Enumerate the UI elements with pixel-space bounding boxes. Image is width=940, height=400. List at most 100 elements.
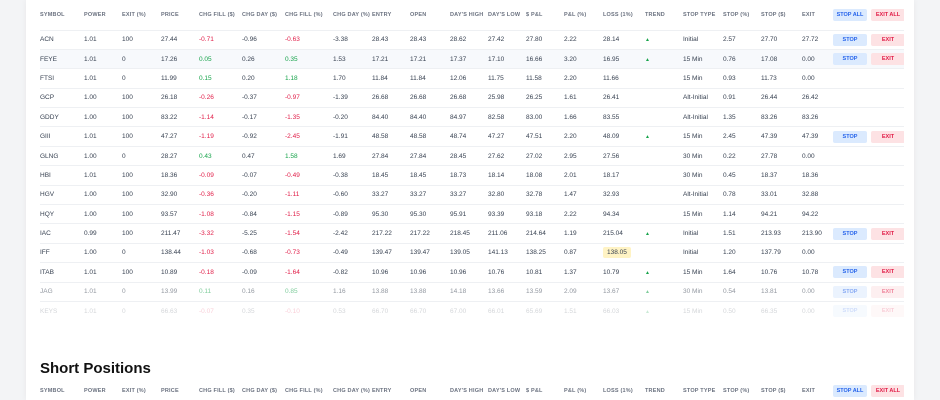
table-row[interactable]: GDDY 1.00 100 83.22 -1.14 -0.17 -1.35 -0.20 84.4… — [40, 107, 904, 127]
cell-exit: 0.00 — [802, 48, 833, 69]
table-row[interactable]: GIII 1.01 100 47.27 -1.19 -0.92 -2.45 -1.91 48.5… — [40, 126, 904, 147]
column-header[interactable]: LOSS (1%) — [603, 382, 645, 400]
column-header[interactable]: POWER — [84, 0, 122, 30]
exit-button[interactable]: EXIT — [871, 53, 904, 66]
exit-button[interactable]: EXIT — [871, 130, 904, 143]
cell-loss: 10.79 — [603, 262, 645, 283]
column-header[interactable]: SYMBOL — [40, 0, 84, 30]
cell-value: 10.96 — [410, 268, 427, 276]
stop-button[interactable]: STOP — [833, 305, 867, 318]
table-row[interactable]: ITAB 1.01 100 10.89 -0.18 -0.09 -1.64 -0.82 10.9… — [40, 262, 904, 283]
cell-stop-type: 15 Min — [683, 204, 723, 224]
column-header[interactable]: $ P&L — [526, 0, 564, 30]
cell-value: 2.22 — [564, 36, 577, 44]
cell-chg-fill: 0.05 — [199, 48, 242, 69]
table-row[interactable]: FTSI 1.01 0 11.99 0.15 0.20 1.18 1.70 11.84 11.84… — [40, 68, 904, 89]
cell-symbol: IFF — [40, 242, 84, 263]
cell-value: -0.07 — [199, 307, 214, 315]
cell-open: 95.30 — [410, 204, 450, 224]
table-row[interactable]: FEYE 1.01 0 17.26 0.05 0.26 0.35 1.53 17.21 17.21… — [40, 48, 904, 69]
cell-chg-fill: -3.32 — [199, 223, 242, 244]
cell-value: 141.13 — [488, 249, 508, 257]
cell-power: 0.99 — [84, 223, 122, 244]
cell-value: 26.68 — [372, 94, 389, 102]
column-header[interactable]: $ P&L — [526, 382, 564, 400]
exit-button[interactable]: EXIT — [871, 266, 904, 279]
stop-button[interactable]: STOP — [833, 266, 867, 279]
cell-value: GCP — [40, 94, 55, 102]
column-header[interactable]: DAY'S HIGH — [450, 382, 488, 400]
column-header[interactable]: CHG FILL ($) — [199, 0, 242, 30]
column-header[interactable]: EXIT (%) — [122, 382, 161, 400]
column-header[interactable]: POWER — [84, 382, 122, 400]
column-header[interactable]: DAY'S HIGH — [450, 0, 488, 30]
stop-button[interactable]: STOP — [833, 227, 867, 240]
cell-value: 67.00 — [450, 307, 467, 315]
exit-button[interactable]: EXIT — [871, 33, 904, 46]
stop-button[interactable]: STOP — [833, 53, 867, 66]
column-header[interactable]: EXIT (%) — [122, 0, 161, 30]
column-header[interactable]: ENTRY — [372, 0, 410, 30]
column-header[interactable]: STOP (%) — [723, 0, 761, 30]
cell-value: 27.80 — [526, 36, 543, 44]
table-row[interactable]: IFF 1.00 0 138.44 -1.03 -0.68 -0.73 -0.49 139.47… — [40, 242, 904, 263]
cell-value: 66.35 — [761, 307, 778, 315]
column-header[interactable]: STOP ($) — [761, 0, 802, 30]
column-header[interactable]: CHG FILL (%) — [285, 382, 333, 400]
cell-power: 1.01 — [84, 300, 122, 321]
stop-all-button[interactable]: STOP ALL — [833, 8, 867, 21]
exit-all-button[interactable]: EXIT ALL — [871, 8, 904, 21]
column-header[interactable]: SYMBOL — [40, 382, 84, 400]
cell-value: 215.04 — [603, 230, 623, 238]
column-header[interactable]: ENTRY — [372, 382, 410, 400]
column-header[interactable]: TREND — [645, 0, 683, 30]
cell-value: -0.20 — [242, 191, 257, 199]
column-header[interactable]: EXIT — [802, 0, 833, 30]
table-row[interactable]: HQY 1.00 100 93.57 -1.08 -0.84 -1.15 -0.89 95.30… — [40, 204, 904, 224]
exit-button[interactable]: EXIT — [871, 285, 904, 298]
column-header[interactable]: CHG DAY (%) — [333, 382, 372, 400]
column-header[interactable]: EXIT — [802, 382, 833, 400]
table-row[interactable]: GCP 1.00 100 26.18 -0.26 -0.37 -0.97 -1.39 26.68… — [40, 87, 904, 108]
column-header[interactable]: CHG FILL (%) — [285, 0, 333, 30]
column-header[interactable]: P&L (%) — [564, 0, 603, 30]
column-header[interactable]: OPEN — [410, 0, 450, 30]
column-header[interactable]: STOP (%) — [723, 382, 761, 400]
cell-entry: 33.27 — [372, 184, 410, 205]
table-row[interactable]: KEYS 1.01 0 66.63 -0.07 0.35 -0.10 0.53 66.70 66.… — [40, 300, 904, 321]
column-header[interactable]: STOP ($) — [761, 382, 802, 400]
cell-value: 83.55 — [603, 113, 620, 121]
exit-button[interactable]: EXIT — [871, 305, 904, 318]
column-header[interactable]: STOP TYPE — [683, 0, 723, 30]
table-row[interactable]: HBI 1.01 100 18.36 -0.09 -0.07 -0.49 -0.38 18.45… — [40, 165, 904, 186]
column-header[interactable]: PRICE — [161, 382, 199, 400]
stop-button[interactable]: STOP — [833, 285, 867, 298]
column-header[interactable]: STOP TYPE — [683, 382, 723, 400]
column-header[interactable]: PRICE — [161, 0, 199, 30]
cell-value: -0.18 — [199, 268, 214, 276]
column-header[interactable]: P&L (%) — [564, 382, 603, 400]
stop-button[interactable]: STOP — [833, 130, 867, 143]
table-row[interactable]: JAG 1.01 0 13.99 0.11 0.16 0.85 1.16 13.88 13.88 1… — [40, 281, 904, 302]
table-row[interactable]: ACN 1.01 100 27.44 -0.71 -0.96 -0.63 -3.38 28.43… — [40, 29, 904, 50]
cell-pnl: 93.18 — [526, 204, 564, 224]
table-row[interactable]: GLNG 1.00 0 28.27 0.43 0.47 1.58 1.69 27.84 27.84… — [40, 145, 904, 166]
table-row[interactable]: HGV 1.00 100 32.90 -0.36 -0.20 -1.11 -0.60 33.27… — [40, 184, 904, 205]
column-header[interactable]: LOSS (1%) — [603, 0, 645, 30]
table-row[interactable]: IAC 0.99 100 211.47 -3.32 -5.25 -1.54 -2.42 217.… — [40, 223, 904, 244]
stop-button[interactable]: STOP — [833, 33, 867, 46]
column-header[interactable]: CHG DAY ($) — [242, 382, 285, 400]
column-header[interactable]: CHG DAY ($) — [242, 0, 285, 30]
cell-value: 27.02 — [526, 152, 543, 160]
stop-all-button[interactable]: STOP ALL — [833, 385, 867, 397]
exit-all-button[interactable]: EXIT ALL — [871, 385, 904, 397]
column-header[interactable]: TREND — [645, 382, 683, 400]
column-header[interactable]: OPEN — [410, 382, 450, 400]
column-header[interactable]: DAY'S LOW — [488, 382, 526, 400]
exit-button[interactable]: EXIT — [871, 227, 904, 240]
column-header[interactable]: CHG DAY (%) — [333, 0, 372, 30]
column-header[interactable]: CHG FILL ($) — [199, 382, 242, 400]
cell-value: 32.90 — [161, 191, 178, 199]
column-header[interactable]: DAY'S LOW — [488, 0, 526, 30]
cell-open: 84.40 — [410, 107, 450, 127]
